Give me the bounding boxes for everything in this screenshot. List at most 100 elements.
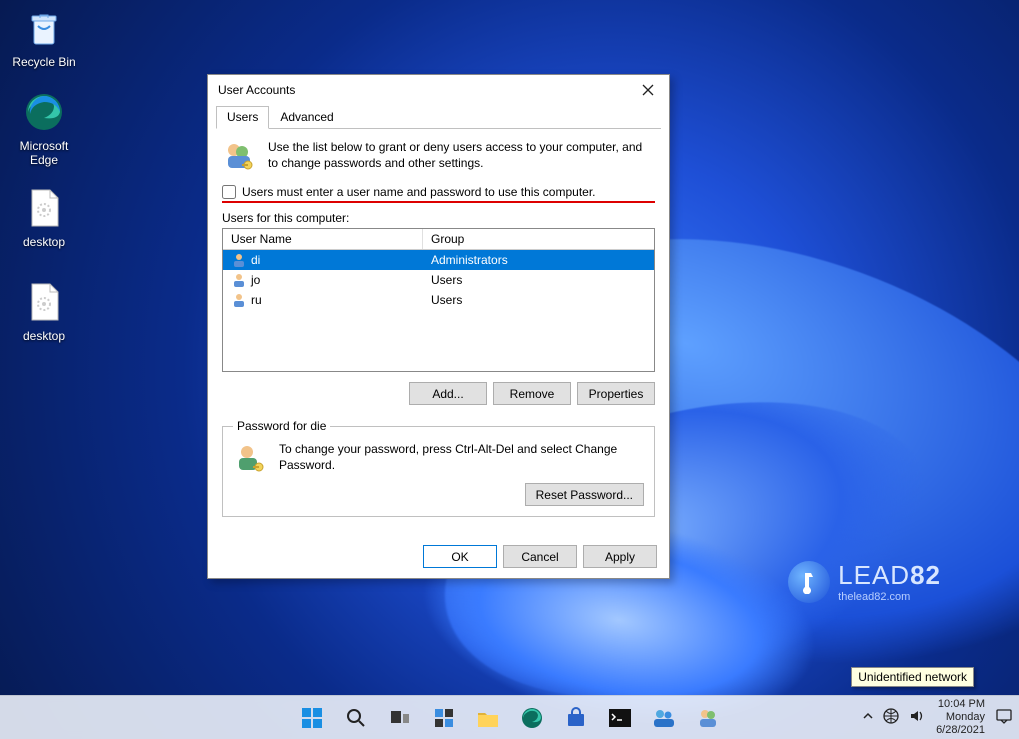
people-button[interactable] <box>644 698 684 738</box>
table-row[interactable]: jo Users <box>223 270 654 290</box>
ok-button[interactable]: OK <box>423 545 497 568</box>
start-button[interactable] <box>292 698 332 738</box>
user-icon <box>231 292 247 308</box>
file-explorer-button[interactable] <box>468 698 508 738</box>
file-icon <box>20 278 68 326</box>
table-row[interactable]: ru Users <box>223 290 654 310</box>
cell-group: Administrators <box>423 251 654 269</box>
clock-time: 10:04 PM <box>936 698 985 711</box>
desktop-icon-label: Recycle Bin <box>6 55 82 69</box>
desktop-icon-label: desktop <box>6 329 82 343</box>
volume-icon[interactable] <box>908 707 926 728</box>
tab-advanced[interactable]: Advanced <box>269 106 344 129</box>
taskbar-right: 10:04 PM Monday 6/28/2021 <box>862 698 1013 737</box>
column-header-username[interactable]: User Name <box>223 229 423 249</box>
terminal-icon <box>608 708 632 728</box>
taskbar-clock[interactable]: 10:04 PM Monday 6/28/2021 <box>936 698 985 737</box>
taskbar: 10:04 PM Monday 6/28/2021 <box>0 695 1019 739</box>
desktop-icon-ini-1[interactable]: desktop <box>6 184 82 249</box>
folder-icon <box>476 707 500 729</box>
globe-icon <box>882 707 900 725</box>
taskbar-center <box>292 698 728 738</box>
user-icon <box>231 272 247 288</box>
desktop-icon-label: desktop <box>6 235 82 249</box>
reset-password-button[interactable]: Reset Password... <box>525 483 644 506</box>
must-enter-password-checkbox[interactable] <box>222 185 236 199</box>
desktop-icon-label: Microsoft Edge <box>6 139 82 167</box>
speaker-icon <box>908 707 926 725</box>
windows-icon <box>300 706 324 730</box>
notification-icon <box>995 707 1013 725</box>
column-header-group[interactable]: Group <box>423 229 654 249</box>
dialog-title: User Accounts <box>218 83 295 97</box>
clock-day: Monday <box>936 711 985 724</box>
watermark-brand: LEAD82 <box>838 560 941 591</box>
search-button[interactable] <box>336 698 376 738</box>
button-label: Reset Password... <box>536 488 633 502</box>
notifications-button[interactable] <box>995 707 1013 728</box>
chevron-up-icon <box>862 710 874 722</box>
intro-text: Use the list below to grant or deny user… <box>268 139 655 173</box>
desktop-icon-recycle-bin[interactable]: Recycle Bin <box>6 4 82 69</box>
cell-username: di <box>251 253 260 267</box>
remove-button[interactable]: Remove <box>493 382 571 405</box>
close-button[interactable] <box>633 76 663 104</box>
file-icon <box>20 184 68 232</box>
edge-icon <box>520 706 544 730</box>
widgets-button[interactable] <box>424 698 464 738</box>
store-icon <box>565 707 587 729</box>
add-button[interactable]: Add... <box>409 382 487 405</box>
tab-users[interactable]: Users <box>216 106 269 129</box>
system-tray <box>862 707 926 728</box>
edge-icon <box>20 88 68 136</box>
task-view-button[interactable] <box>380 698 420 738</box>
users-keys-icon <box>696 707 720 729</box>
watermark-logo-icon <box>788 561 830 603</box>
tab-label: Advanced <box>280 110 333 124</box>
user-icon <box>231 252 247 268</box>
dialog-titlebar[interactable]: User Accounts <box>208 75 669 105</box>
cell-username: jo <box>251 273 260 287</box>
button-label: Cancel <box>521 550 558 564</box>
button-label: Apply <box>605 550 635 564</box>
watermark: LEAD82 thelead82.com <box>788 560 941 603</box>
task-view-icon <box>389 707 411 729</box>
network-icon[interactable] <box>882 707 900 728</box>
clock-date: 6/28/2021 <box>936 724 985 737</box>
cell-group: Users <box>423 291 654 309</box>
people-icon <box>652 707 676 729</box>
dialog-tabs: Users Advanced <box>216 105 661 129</box>
table-header: User Name Group <box>223 229 654 250</box>
tab-label: Users <box>227 110 258 124</box>
store-button[interactable] <box>556 698 596 738</box>
highlight-underline <box>222 201 655 203</box>
edge-taskbar-button[interactable] <box>512 698 552 738</box>
users-table: User Name Group di Administrators jo Use… <box>222 228 655 372</box>
terminal-button[interactable] <box>600 698 640 738</box>
user-key-icon <box>233 441 267 475</box>
recycle-bin-icon <box>20 4 68 52</box>
watermark-url: thelead82.com <box>838 591 941 603</box>
password-text: To change your password, press Ctrl-Alt-… <box>279 441 644 473</box>
watermark-brand-a: LEAD <box>838 560 910 590</box>
button-label: Properties <box>589 387 644 401</box>
table-row[interactable]: di Administrators <box>223 250 654 270</box>
button-label: Add... <box>432 387 463 401</box>
desktop-icon-ini-2[interactable]: desktop <box>6 278 82 343</box>
apply-button[interactable]: Apply <box>583 545 657 568</box>
network-tooltip: Unidentified network <box>851 667 974 687</box>
close-icon <box>642 84 654 96</box>
cell-group: Users <box>423 271 654 289</box>
user-accounts-dialog: User Accounts Users Advanced Use the lis… <box>207 74 670 579</box>
search-icon <box>345 707 367 729</box>
cell-username: ru <box>251 293 262 307</box>
properties-button[interactable]: Properties <box>577 382 655 405</box>
cancel-button[interactable]: Cancel <box>503 545 577 568</box>
password-group: Password for die To change your password… <box>222 419 655 517</box>
button-label: Remove <box>510 387 555 401</box>
watermark-brand-b: 82 <box>910 560 941 590</box>
user-accounts-taskbar-button[interactable] <box>688 698 728 738</box>
tray-overflow-button[interactable] <box>862 710 874 725</box>
checkbox-label[interactable]: Users must enter a user name and passwor… <box>242 185 596 199</box>
desktop-icon-edge[interactable]: Microsoft Edge <box>6 88 82 167</box>
